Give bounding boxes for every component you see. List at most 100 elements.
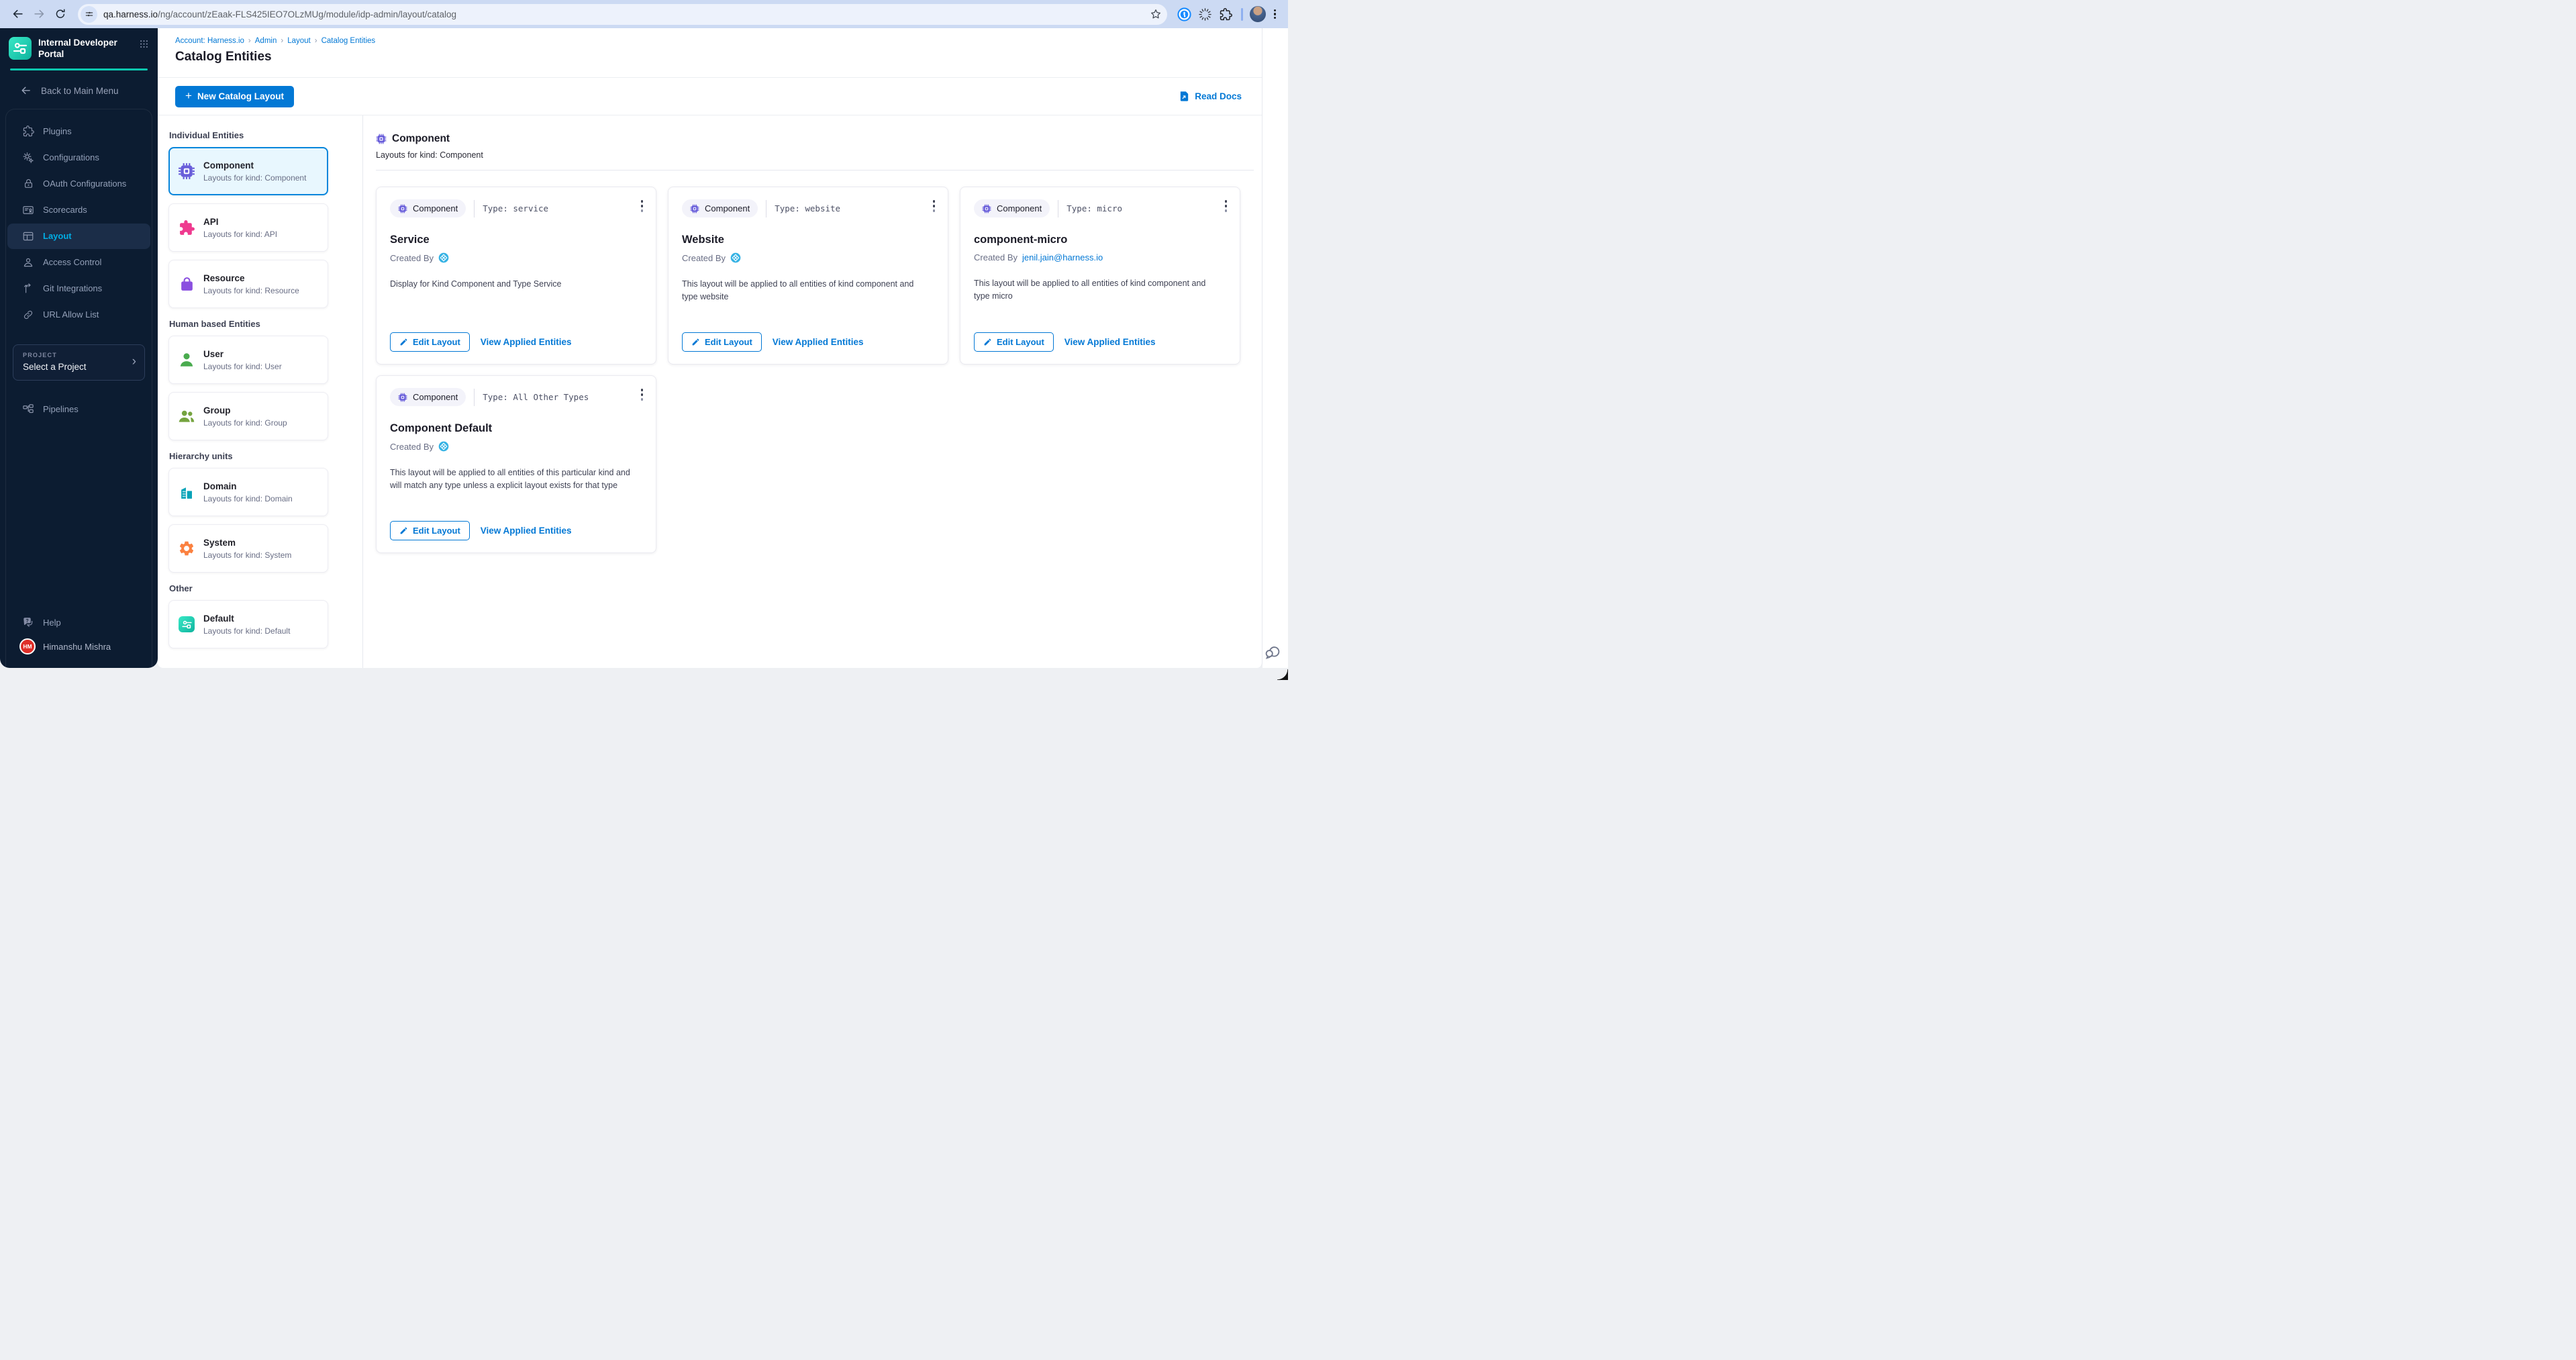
layout-card-website: Component Type: website Website Created … xyxy=(668,187,948,365)
entity-item-resource[interactable]: Resource Layouts for kind: Resource xyxy=(168,260,328,308)
bookmark-star-icon[interactable] xyxy=(1148,7,1163,21)
new-catalog-layout-button[interactable]: + New Catalog Layout xyxy=(175,86,294,107)
user-menu[interactable]: HM Himanshu Mishra xyxy=(6,636,152,668)
sidebar-item-pipelines[interactable]: Pipelines xyxy=(7,397,150,422)
sidebar-item-layout[interactable]: Layout xyxy=(7,224,150,249)
extensions-icon[interactable] xyxy=(1217,5,1235,23)
browser-profile-avatar[interactable] xyxy=(1249,5,1267,23)
toolbar: + New Catalog Layout Read Docs xyxy=(158,78,1262,115)
browser-back-button[interactable] xyxy=(8,5,27,23)
breadcrumb-account[interactable]: Account: Harness.io xyxy=(175,37,244,45)
sidebar-item-label: Help xyxy=(43,618,61,628)
card-description: This layout will be applied to all entit… xyxy=(682,278,934,304)
entity-item-component[interactable]: Component Layouts for kind: Component xyxy=(168,147,328,195)
entity-name: Resource xyxy=(203,273,299,283)
site-settings-icon[interactable] xyxy=(81,6,97,23)
card-actions: Edit Layout View Applied Entities xyxy=(682,332,934,352)
harness-icon xyxy=(730,252,741,263)
sidebar-item-configurations[interactable]: Configurations xyxy=(7,145,150,171)
sidebar-item-oauth-configurations[interactable]: OAuth Configurations xyxy=(7,171,150,197)
sidebar-item-git-integrations[interactable]: Git Integrations xyxy=(7,276,150,301)
entity-name: API xyxy=(203,217,277,227)
layout-icon xyxy=(22,230,34,242)
card-tag-row: Component Type: All Other Types xyxy=(390,388,642,406)
breadcrumb-layout[interactable]: Layout xyxy=(287,37,311,45)
card-menu-button[interactable] xyxy=(930,197,939,215)
breadcrumb-separator: › xyxy=(248,37,251,45)
plugins-icon xyxy=(22,126,34,137)
type-text: Type: website xyxy=(775,203,840,213)
kind-tag-label: Component xyxy=(705,203,750,213)
card-menu-button[interactable] xyxy=(638,385,647,404)
kind-tag-label: Component xyxy=(997,203,1042,213)
entity-item-group[interactable]: Group Layouts for kind: Group xyxy=(168,392,328,440)
domain-building-icon xyxy=(178,484,195,501)
section-label-individual: Individual Entities xyxy=(169,130,362,140)
entity-sub: Layouts for kind: Resource xyxy=(203,286,299,295)
component-chip-icon xyxy=(690,204,699,213)
entity-item-system[interactable]: System Layouts for kind: System xyxy=(168,524,328,573)
entity-name: Group xyxy=(203,405,287,416)
card-menu-button[interactable] xyxy=(638,197,647,215)
view-applied-entities-link[interactable]: View Applied Entities xyxy=(773,337,864,347)
resource-bag-icon xyxy=(178,276,195,293)
card-menu-button[interactable] xyxy=(1222,197,1231,215)
content: Individual Entities Component Layouts fo… xyxy=(158,115,1262,668)
edit-layout-button[interactable]: Edit Layout xyxy=(682,332,762,352)
entity-item-default[interactable]: Default Layouts for kind: Default xyxy=(168,600,328,648)
address-bar[interactable]: qa.harness.io/ng/account/zEaak-FLS425IEO… xyxy=(78,4,1167,25)
brand-rule xyxy=(10,68,148,70)
created-by-row: Created By xyxy=(390,252,642,263)
sidebar-item-scorecards[interactable]: Scorecards xyxy=(7,197,150,223)
entity-item-api[interactable]: API Layouts for kind: API xyxy=(168,203,328,252)
sidebar-item-plugins[interactable]: Plugins xyxy=(7,119,150,144)
breadcrumb-catalog-entities[interactable]: Catalog Entities xyxy=(321,37,376,45)
section-label-hierarchy: Hierarchy units xyxy=(169,451,362,461)
created-by-row: Created By xyxy=(390,441,642,452)
browser-refresh-button[interactable] xyxy=(51,5,70,23)
harness-icon xyxy=(438,441,449,452)
browser-forward-button[interactable] xyxy=(30,5,48,23)
link-icon xyxy=(22,309,34,320)
tag-divider xyxy=(474,389,475,406)
card-actions: Edit Layout View Applied Entities xyxy=(390,521,642,540)
pencil-icon xyxy=(399,338,408,346)
edit-layout-button[interactable]: Edit Layout xyxy=(390,332,470,352)
edit-layout-button[interactable]: Edit Layout xyxy=(390,521,470,540)
entity-kind-panel: Individual Entities Component Layouts fo… xyxy=(158,115,363,668)
kind-tag: Component xyxy=(390,199,466,217)
edit-layout-label: Edit Layout xyxy=(413,526,460,536)
view-applied-entities-link[interactable]: View Applied Entities xyxy=(481,526,572,536)
sidebar-item-url-allow-list[interactable]: URL Allow List xyxy=(7,302,150,328)
sidebar-item-label: Layout xyxy=(43,231,72,241)
chrome-separator xyxy=(1241,8,1243,21)
component-chip-icon xyxy=(178,162,195,180)
layouts-area: Component Layouts for kind: Component Co… xyxy=(363,115,1262,668)
view-applied-entities-link[interactable]: View Applied Entities xyxy=(481,337,572,347)
breadcrumb-admin[interactable]: Admin xyxy=(255,37,277,45)
module-grid-icon[interactable] xyxy=(139,39,149,60)
entity-sub: Layouts for kind: Domain xyxy=(203,494,293,503)
view-applied-entities-link[interactable]: View Applied Entities xyxy=(1064,337,1156,347)
back-to-main-menu[interactable]: Back to Main Menu xyxy=(0,85,158,97)
read-docs-link[interactable]: Read Docs xyxy=(1179,91,1242,102)
sidebar-item-help[interactable]: Help xyxy=(7,610,150,635)
entity-name: System xyxy=(203,538,291,548)
sidebar-item-access-control[interactable]: Access Control xyxy=(7,250,150,275)
project-value: Select a Project xyxy=(23,362,136,372)
breadcrumb-separator: › xyxy=(281,37,283,45)
tag-divider xyxy=(474,200,475,217)
user-name: Himanshu Mishra xyxy=(43,642,111,652)
browser-menu-button[interactable] xyxy=(1270,5,1280,23)
edit-layout-button[interactable]: Edit Layout xyxy=(974,332,1054,352)
password-manager-extension-icon[interactable] xyxy=(1175,5,1193,23)
entity-item-user[interactable]: User Layouts for kind: User xyxy=(168,336,328,384)
layout-cards-grid: Component Type: service Service Created … xyxy=(376,187,1254,553)
page-header: Account: Harness.io › Admin › Layout › C… xyxy=(158,28,1262,78)
entity-item-domain[interactable]: Domain Layouts for kind: Domain xyxy=(168,468,328,516)
spinner-extension-icon[interactable] xyxy=(1196,5,1214,23)
support-chat-button[interactable] xyxy=(1263,641,1283,661)
docs-icon xyxy=(1179,91,1190,102)
project-selector[interactable]: PROJECT Select a Project › xyxy=(13,344,145,381)
creator-email-link[interactable]: jenil.jain@harness.io xyxy=(1022,252,1103,262)
